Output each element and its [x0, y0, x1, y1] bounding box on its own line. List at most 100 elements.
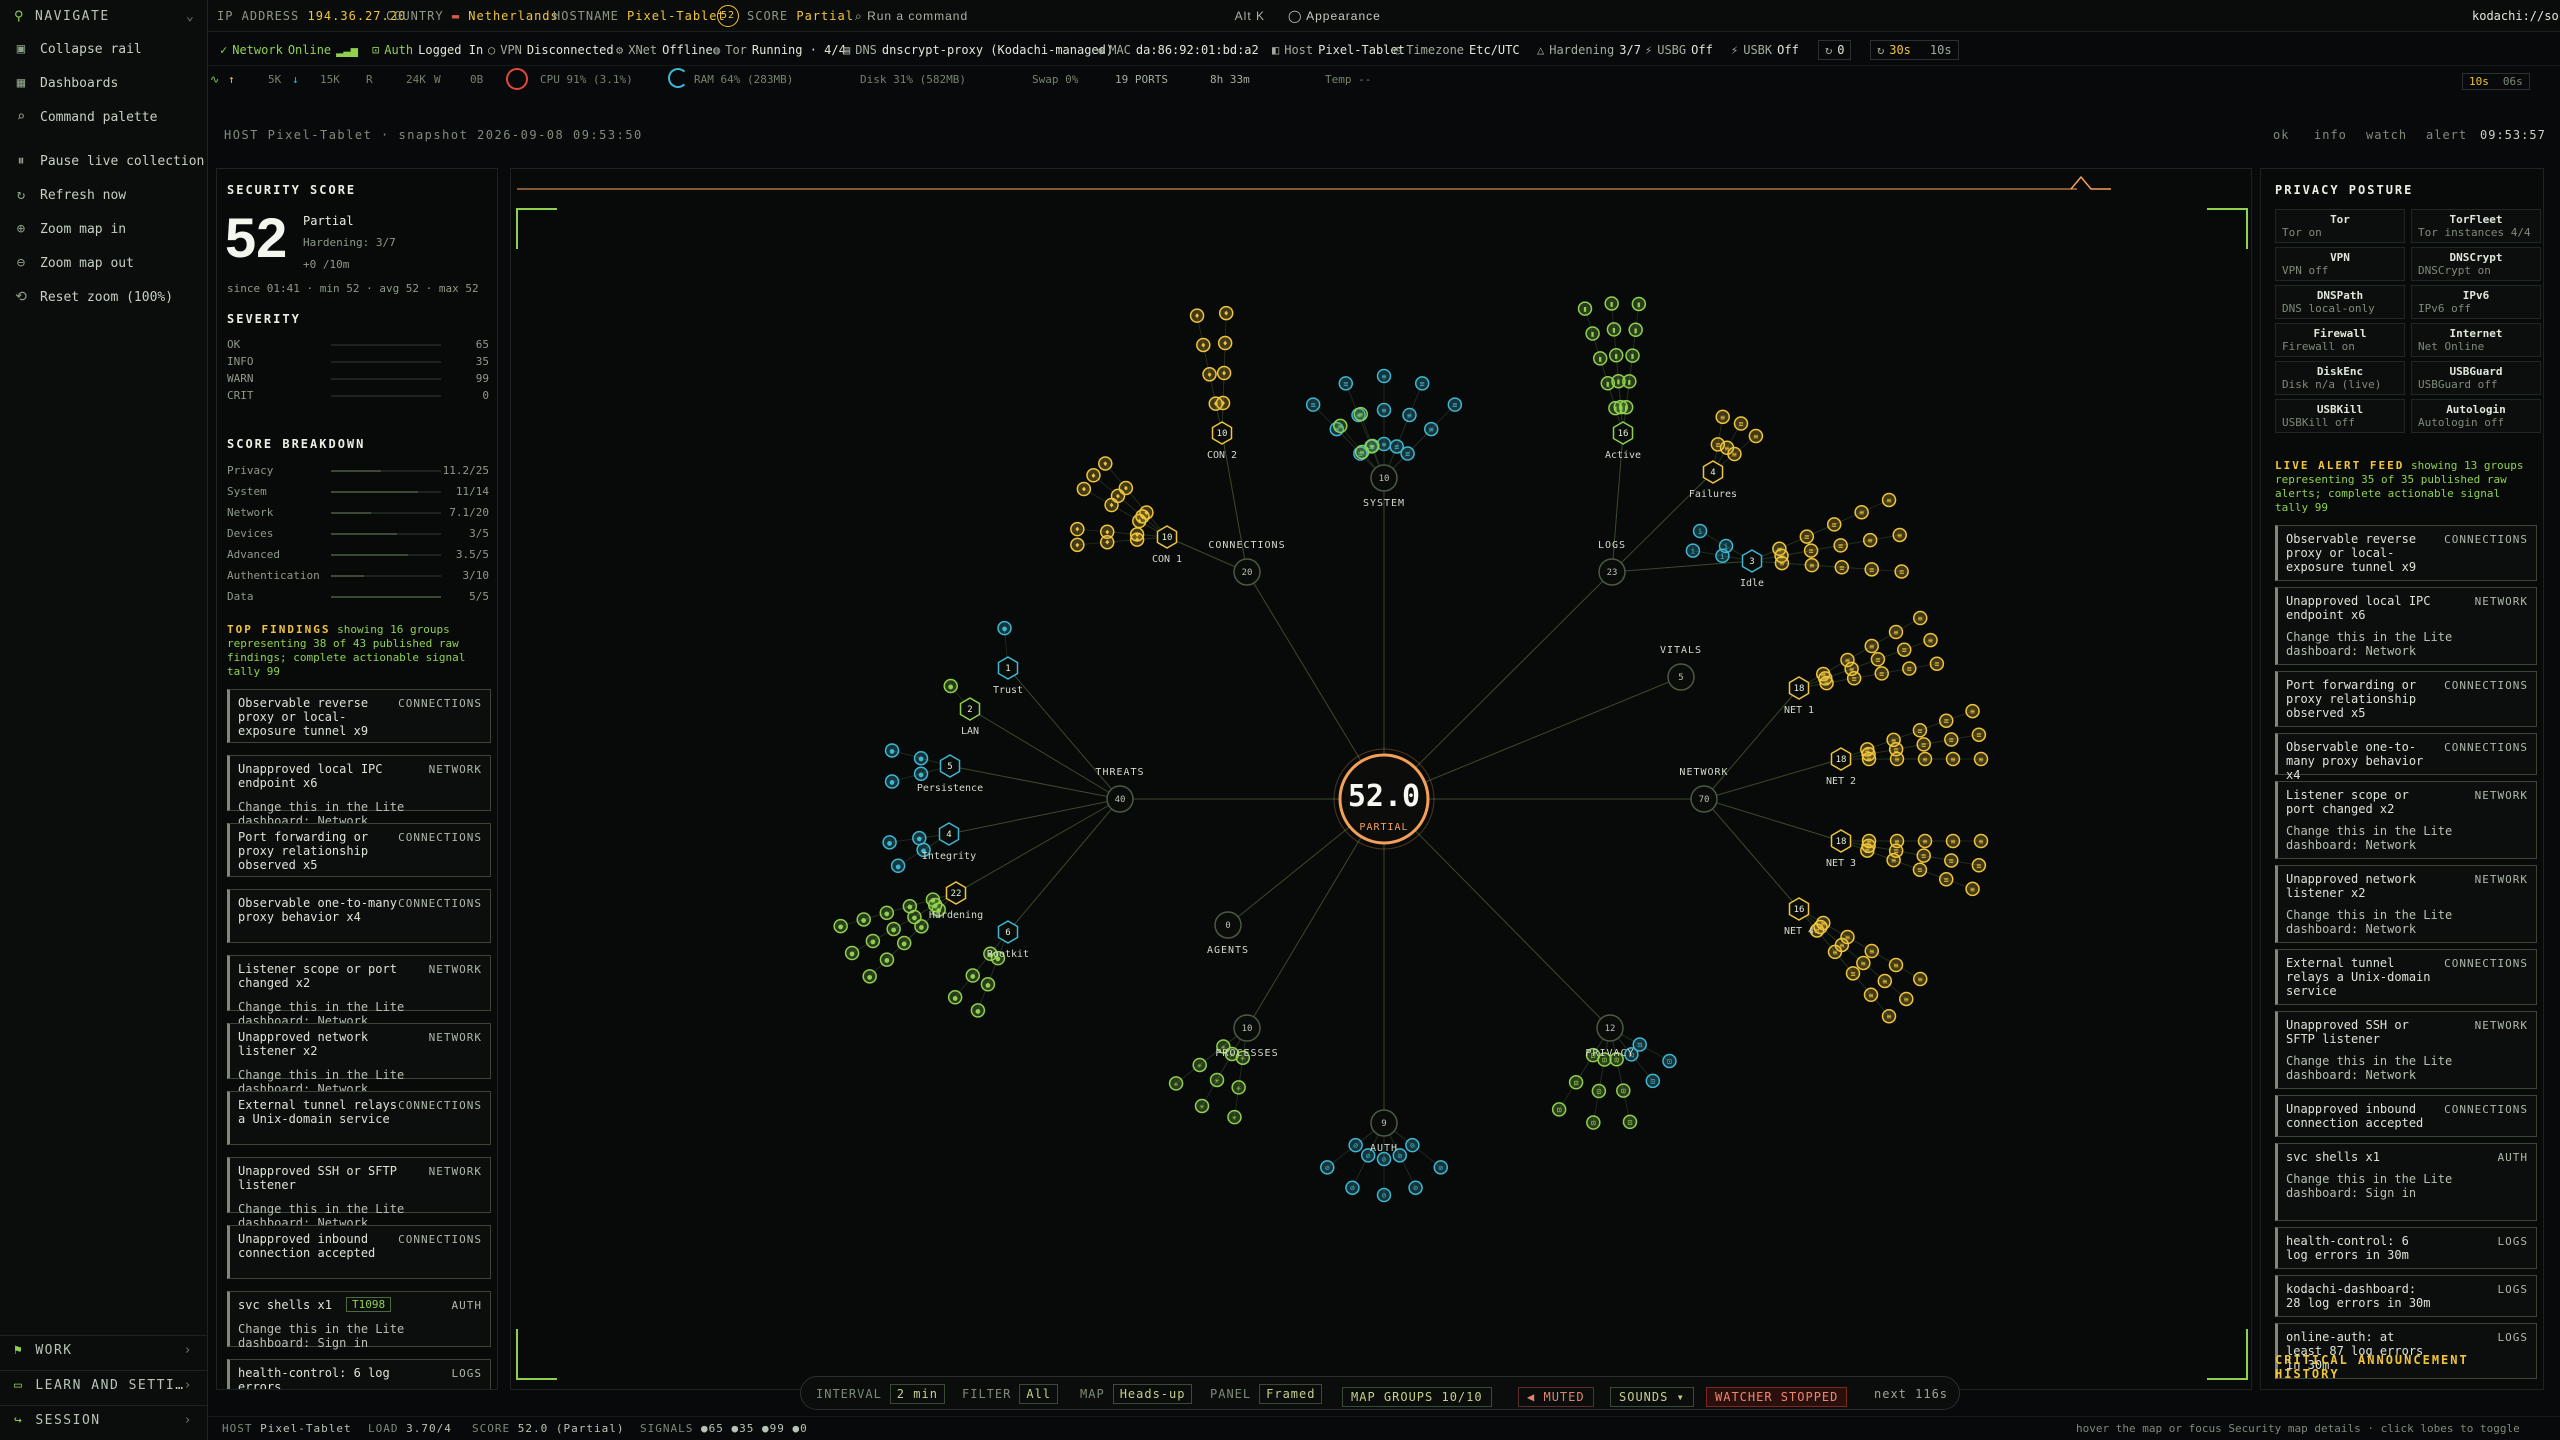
finding-card[interactable]: Observable reverse proxy or local-exposu…	[227, 689, 491, 743]
finding-card[interactable]: health-control: 6 log errors LOGS	[227, 1359, 491, 1389]
rail-refresh[interactable]: ↻ Refresh now	[14, 187, 126, 203]
leaf-symbol: ≡	[1895, 755, 1900, 764]
command-input[interactable]: ⌕ Run a command Alt K	[855, 9, 1265, 24]
leaf-symbol: ≡	[1311, 401, 1316, 410]
posture-tile[interactable]: DNSCrypt DNSCrypt on	[2411, 247, 2541, 281]
map-groups-button[interactable]: MAP GROUPS 10/10	[1342, 1387, 1492, 1407]
panel-select[interactable]: PANEL Framed	[1210, 1384, 1323, 1404]
refresh-control[interactable]: 10s 06s	[2462, 73, 2530, 90]
leaf-symbol: ⊘	[1350, 1184, 1355, 1193]
security-map[interactable]: ♦ ♦ ♦ ♦ ♦ ♦ ♦ ♦ ♦ ♦ ♦ ♦ ♦ ♦ ♦ ♦ ♦ ♦ ♦ ♦ ♦ ♦ ♦ ≡ ≡ ≡ ≡ ≡ ≡ ≡ ≡ ≡ ≡ ≡ ≡ ≡ ≡ ≡ ≡ ≡…	[510, 168, 2252, 1390]
finding-card[interactable]: External tunnel relays a Unix-domain ser…	[227, 1091, 491, 1145]
alert-card[interactable]: health-control: 6 log errors in 30m LOGS	[2275, 1227, 2537, 1269]
alert-card[interactable]: Unapproved network listener x2 NETWORK Cha…	[2275, 865, 2537, 943]
pill-auth[interactable]: ⊡ Auth Logged In	[372, 40, 483, 60]
finding-card[interactable]: svc shells x1 AUTH T1098 Change this in the…	[227, 1291, 491, 1350]
alert-card[interactable]: Unapproved inbound connection accepted CO…	[2275, 1095, 2537, 1137]
pill-hardening[interactable]: △ Hardening 3/7	[1537, 40, 1641, 60]
pill-xnet[interactable]: ⚙ XNet Offline	[616, 40, 713, 60]
sounds-button[interactable]: SOUNDS ▾	[1610, 1387, 1694, 1407]
pill-host[interactable]: ◧ Host Pixel-Tablet	[1272, 40, 1405, 60]
rail-command-palette[interactable]: ⌕ Command palette	[14, 109, 158, 125]
pill-dns[interactable]: ▤ DNS dnscrypt-proxy (Kodachi-managed)	[843, 40, 1113, 60]
hub-label: AUTH	[1370, 1143, 1398, 1154]
posture-key: VPN	[2330, 251, 2350, 264]
pill-usbg[interactable]: ⚡ USBG Off	[1645, 40, 1713, 60]
rail-session[interactable]: ↪ SESSION ›	[0, 1405, 207, 1435]
rail-collapse[interactable]: ▣ Collapse rail	[14, 41, 142, 57]
rail-pause[interactable]: ⏸ Pause live collection	[14, 153, 205, 169]
leaf-symbol: ●	[838, 922, 843, 931]
breakdown-value: 11.2/25	[442, 464, 489, 477]
alert-card[interactable]: Unapproved SSH or SFTP listener NETWORK Ch…	[2275, 1011, 2537, 1089]
leaf-symbol: ≡	[1894, 961, 1899, 970]
pill-timezone[interactable]: ◷ Timezone Etc/UTC	[1394, 40, 1520, 60]
rail-zoom-out[interactable]: ⊖ Zoom map out	[14, 255, 134, 271]
posture-tile[interactable]: Firewall Firewall on	[2275, 323, 2405, 357]
pill-network[interactable]: ✓ Network Online ▂▃▅	[220, 40, 358, 60]
alert-card[interactable]: Observable reverse proxy or local-exposu…	[2275, 525, 2537, 581]
alert-card[interactable]: Observable one-to-many proxy behavior x4…	[2275, 733, 2537, 782]
pill-interval[interactable]: ↻ 30s 10s	[1870, 40, 1959, 60]
finding-card[interactable]: Observable one-to-many proxy behavior x4…	[227, 889, 491, 943]
muted-button[interactable]: ◀ MUTED	[1518, 1387, 1594, 1407]
posture-tile[interactable]: Internet Net Online	[2411, 323, 2541, 357]
rail-reset-zoom[interactable]: ⟲ Reset zoom (100%)	[14, 289, 173, 305]
finding-card[interactable]: Port forwarding or proxy relationship ob…	[227, 823, 491, 877]
rail-learn[interactable]: ▭ LEARN AND SETTI… ›	[0, 1370, 207, 1400]
pill-alerts[interactable]: ↻ 0	[1818, 40, 1852, 60]
posture-tile[interactable]: Autologin Autologin off	[2411, 399, 2541, 433]
leaf-symbol: ⊡	[1621, 1087, 1626, 1096]
filter-select[interactable]: FILTER All	[962, 1384, 1059, 1404]
alert-card[interactable]: Unapproved local IPC endpoint x6 NETWORK C…	[2275, 587, 2537, 665]
posture-tile[interactable]: TorFleet Tor instances 4/4	[2411, 209, 2541, 243]
nav-header[interactable]: ⚲ NAVIGATE ⌄	[14, 9, 194, 24]
finding-card[interactable]: Unapproved SSH or SFTP listener NETWORK Ch…	[227, 1157, 491, 1230]
pill-vpn[interactable]: ○ VPN Disconnected	[488, 40, 614, 60]
finding-card[interactable]: Unapproved network listener x2 NETWORK Cha…	[227, 1023, 491, 1096]
sub-node-label: NET 2	[1826, 776, 1856, 787]
finding-card[interactable]: Listener scope or port changed x2 NETWORK…	[227, 955, 491, 1028]
alert-tag: AUTH	[2497, 1151, 2528, 1164]
rail-zoom-in[interactable]: ⊕ Zoom map in	[14, 221, 126, 237]
sub-node-label: Idle	[1740, 578, 1764, 589]
alert-card[interactable]: Port forwarding or proxy relationship ob…	[2275, 671, 2537, 727]
alert-card[interactable]: Listener scope or port changed x2 NETWORK…	[2275, 781, 2537, 859]
rail-work[interactable]: ⚑ WORK ›	[0, 1335, 207, 1365]
breakdown-fill	[331, 554, 408, 556]
alert-card[interactable]: svc shells x1 AUTH Change this in the Lite…	[2275, 1143, 2537, 1221]
interval-select[interactable]: INTERVAL 2 min	[816, 1384, 945, 1404]
leaf-symbol: ≡	[1343, 379, 1348, 388]
map-canvas[interactable]: ♦ ♦♦ ♦♦ ♦♦ ♦♦♦ ♦♦♦♦♦♦♦♦♦♦♦♦♦≡≡ ≡ ≡≡≡≡≡≡≡≡≡≡≡≡≡≡…	[511, 169, 2253, 1391]
sub-edge	[1611, 471, 1714, 573]
posture-tile[interactable]: DiskEnc Disk n/a (live)	[2275, 361, 2405, 395]
posture-tile[interactable]: DNSPath DNS local-only	[2275, 285, 2405, 319]
leaf-symbol: ≡	[1420, 379, 1425, 388]
alert-title: Unapproved local IPC endpoint x6	[2286, 594, 2431, 622]
alert-card[interactable]: kodachi-dashboard: 28 log errors in 30m L…	[2275, 1275, 2537, 1317]
breakdown-value: 3/5	[469, 527, 489, 540]
posture-tile[interactable]: IPv6 IPv6 off	[2411, 285, 2541, 319]
posture-tile[interactable]: USBGuard USBGuard off	[2411, 361, 2541, 395]
map-select[interactable]: MAP Heads-up	[1080, 1384, 1193, 1404]
zoom-in-icon: ⊕	[16, 221, 26, 237]
pill-mac[interactable]: ◈ MAC da:86:92:01:bd:a2	[1097, 40, 1259, 60]
finding-card[interactable]: Unapproved local IPC endpoint x6 NETWORK C…	[227, 755, 491, 828]
watcher-status[interactable]: WATCHER STOPPED	[1706, 1387, 1848, 1407]
posture-tile[interactable]: Tor Tor on	[2275, 209, 2405, 243]
user-label[interactable]: kodachi://soc	[2472, 9, 2560, 23]
finding-card[interactable]: Unapproved inbound connection accepted CO…	[227, 1225, 491, 1279]
alert-tag: LOGS	[2497, 1283, 2528, 1296]
pill-usbk[interactable]: ⚡ USBK Off	[1731, 40, 1799, 60]
posture-key: Firewall	[2313, 327, 2367, 340]
pill-tor[interactable]: ◍ Tor Running · 4/4	[713, 40, 846, 60]
findings-header: TOP FINDINGS showing 16 groups represent…	[227, 623, 489, 679]
alert-card[interactable]: External tunnel relays a Unix-domain ser…	[2275, 949, 2537, 1005]
rail-dashboards[interactable]: ▦ Dashboards	[14, 75, 119, 91]
legend-info: info	[2314, 128, 2347, 142]
posture-tile[interactable]: USBKill USBKill off	[2275, 399, 2405, 433]
posture-value: Disk n/a (live)	[2282, 378, 2382, 391]
posture-tile[interactable]: VPN VPN off	[2275, 247, 2405, 281]
appearance-button[interactable]: ◯ Appearance	[1288, 9, 1381, 23]
center-score-value: 52.0	[1348, 779, 1420, 814]
